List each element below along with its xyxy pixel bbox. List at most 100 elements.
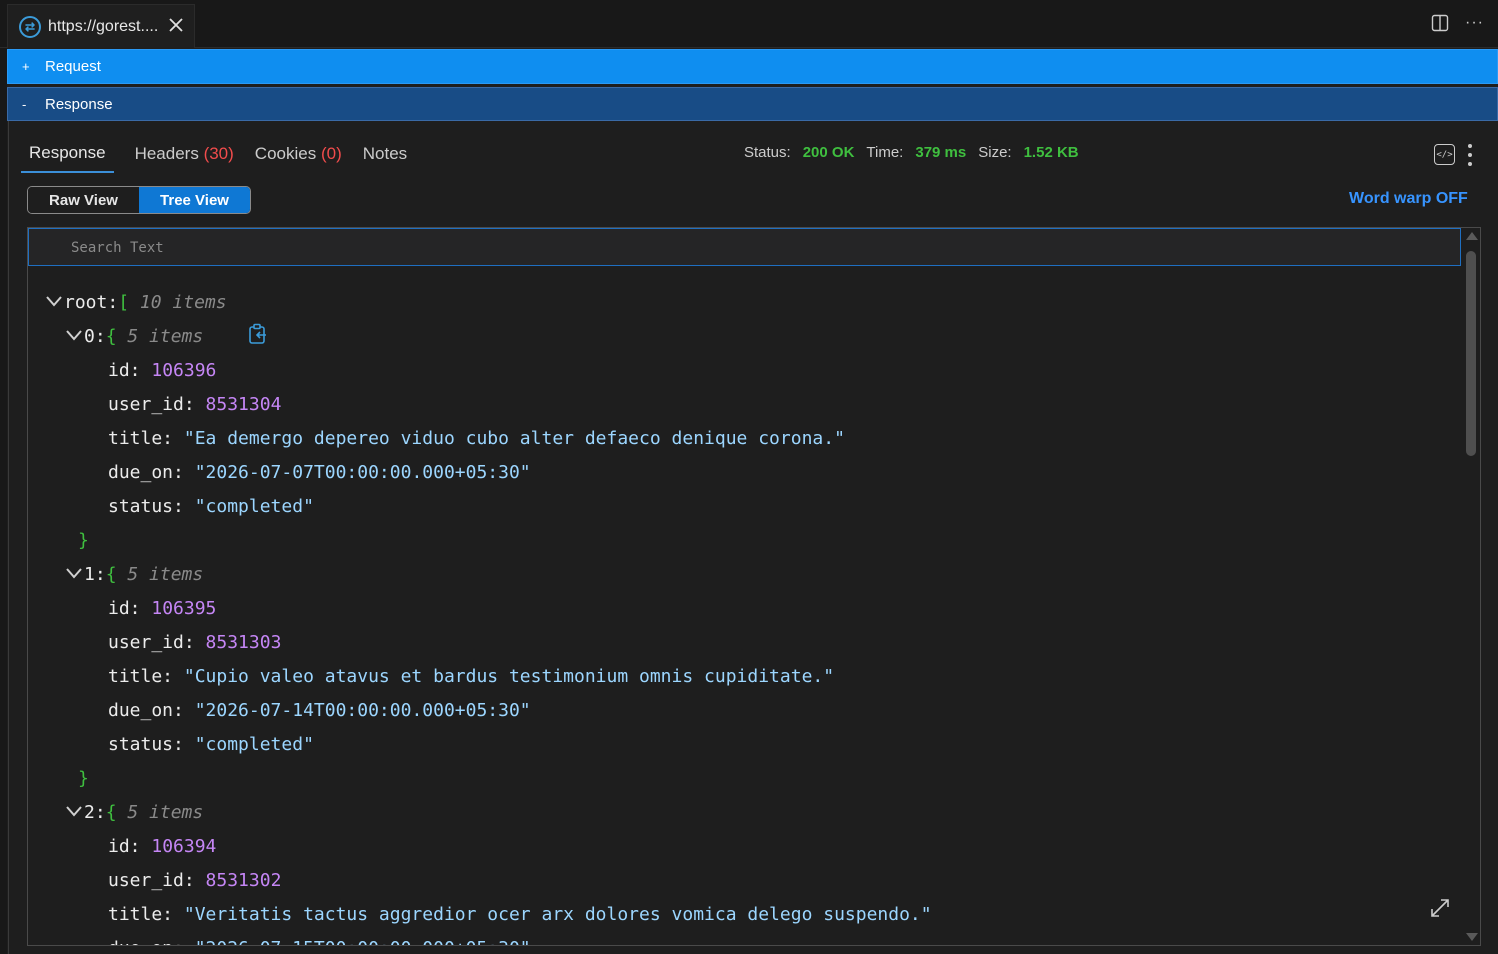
open-brace: {: [105, 802, 117, 823]
open-brace: {: [105, 564, 117, 585]
api-request-icon: ⇄: [19, 15, 41, 38]
node-count: 10 items: [139, 292, 227, 313]
tab-label: Notes: [362, 144, 408, 163]
colon: :: [94, 326, 106, 347]
status-label: Status:: [744, 144, 791, 161]
tree-leaf-id[interactable]: id: 106394: [28, 830, 1458, 864]
response-section-label: Response: [45, 95, 113, 113]
tab-label: Headers: [134, 144, 199, 163]
scroll-thumb[interactable]: [1466, 251, 1476, 456]
leaf-value: 106396: [151, 360, 217, 381]
leaf-value: 106395: [151, 598, 217, 619]
search-input[interactable]: [71, 238, 871, 258]
response-section-header[interactable]: - Response: [7, 87, 1498, 121]
close-brace: }: [78, 768, 89, 789]
leaf-key: user_id:: [108, 632, 206, 653]
leaf-key: title:: [108, 904, 184, 925]
chevron-down-icon[interactable]: [44, 294, 64, 308]
size-value: 1.52 KB: [1023, 144, 1079, 161]
request-section-header[interactable]: + Request: [7, 49, 1498, 84]
tree-view-button[interactable]: Tree View: [139, 187, 250, 213]
editor-tab[interactable]: ⇄ https://gorest....: [7, 4, 195, 48]
leaf-key: id:: [108, 598, 152, 619]
response-status: Status: 200 OK Time: 379 ms Size: 1.52 K…: [744, 144, 1079, 161]
more-actions-icon[interactable]: ···: [1465, 14, 1484, 32]
tree-leaf-status[interactable]: status: "completed": [28, 490, 1458, 524]
vertical-scrollbar[interactable]: [1463, 228, 1480, 945]
leaf-key: status:: [108, 496, 195, 517]
tree-leaf-user-id[interactable]: user_id: 8531304: [28, 388, 1458, 422]
split-editor-icon[interactable]: [1431, 14, 1449, 32]
node-key: 1: [84, 564, 95, 585]
copy-icon[interactable]: [248, 323, 268, 345]
collapse-sign: -: [22, 96, 27, 112]
more-options-icon[interactable]: [1466, 144, 1474, 166]
tree-leaf-user-id[interactable]: user_id: 8531303: [28, 626, 1458, 660]
status-value: 200 OK: [802, 144, 855, 161]
node-key: 2: [84, 802, 95, 823]
tree-leaf-id[interactable]: id: 106395: [28, 592, 1458, 626]
leaf-value: 8531304: [205, 394, 282, 415]
tree-node-root[interactable]: root:[ 10 items: [28, 286, 1458, 320]
leaf-value: 106394: [151, 836, 217, 857]
search-box: [28, 228, 1461, 266]
close-icon[interactable]: [167, 16, 185, 34]
tree-leaf-user-id[interactable]: user_id: 8531302: [28, 864, 1458, 898]
tab-label: Response: [29, 143, 106, 162]
view-toggle: Raw View Tree View: [27, 186, 251, 214]
close-brace-row: }: [28, 762, 1458, 796]
node-key: 0: [84, 326, 95, 347]
tab-headers[interactable]: Headers (30): [135, 144, 234, 172]
tree-leaf-title[interactable]: title: "Veritatis tactus aggredior ocer …: [28, 898, 1458, 932]
leaf-value: "completed": [194, 496, 314, 517]
leaf-key: status:: [108, 734, 195, 755]
expand-icon[interactable]: [1428, 896, 1452, 920]
tab-notes[interactable]: Notes: [363, 144, 407, 172]
raw-view-button[interactable]: Raw View: [28, 187, 139, 213]
leaf-value: "2026-07-15T00:00:00.000+05:30": [195, 938, 531, 945]
word-wrap-toggle[interactable]: Word warp OFF: [1349, 190, 1468, 208]
code-snippet-icon[interactable]: </>: [1434, 144, 1455, 165]
expand-sign: +: [22, 59, 30, 74]
leaf-value: "2026-07-07T00:00:00.000+05:30": [194, 462, 531, 483]
time-value: 379 ms: [915, 144, 967, 161]
scroll-down-arrow[interactable]: [1466, 933, 1478, 941]
editor-tab-bar: ⇄ https://gorest.... ···: [0, 0, 1498, 48]
tree-leaf-due-on[interactable]: due_on: "2026-07-15T00:00:00.000+05:30": [28, 932, 1458, 945]
open-bracket: [: [118, 292, 130, 313]
leaf-key: user_id:: [108, 394, 206, 415]
tab-cookies[interactable]: Cookies (0): [255, 144, 342, 172]
tree-leaf-id[interactable]: id: 106396: [28, 354, 1458, 388]
tree-leaf-title[interactable]: title: "Cupio valeo atavus et bardus tes…: [28, 660, 1458, 694]
time-label: Time:: [866, 144, 904, 161]
colon: :: [107, 292, 119, 313]
leaf-key: id:: [108, 360, 152, 381]
tree-leaf-due-on[interactable]: due_on: "2026-07-07T00:00:00.000+05:30": [28, 456, 1458, 490]
leaf-value: "Ea demergo depereo viduo cubo alter def…: [183, 428, 845, 449]
chevron-down-icon[interactable]: [64, 328, 84, 342]
tree-node-item[interactable]: 0:{ 5 items: [28, 320, 1458, 354]
leaf-value: 8531302: [205, 870, 282, 891]
leaf-key: due_on:: [108, 462, 195, 483]
json-tree: root:[ 10 items 0:{ 5 items id: 106396 u…: [28, 286, 1458, 945]
leaf-value: "completed": [194, 734, 314, 755]
size-label: Size:: [978, 144, 1012, 161]
request-section-label: Request: [45, 58, 101, 75]
response-subtabs: Response Headers (30) Cookies (0) Notes: [21, 143, 428, 173]
leaf-key: id:: [108, 836, 152, 857]
scroll-up-arrow[interactable]: [1466, 232, 1478, 240]
tree-node-item[interactable]: 2:{ 5 items: [28, 796, 1458, 830]
tree-leaf-status[interactable]: status: "completed": [28, 728, 1458, 762]
tab-response[interactable]: Response: [21, 143, 114, 173]
tree-leaf-title[interactable]: title: "Ea demergo depereo viduo cubo al…: [28, 422, 1458, 456]
left-gutter: [0, 48, 7, 954]
open-brace: {: [105, 326, 117, 347]
chevron-down-icon[interactable]: [64, 566, 84, 580]
tree-node-item[interactable]: 1:{ 5 items: [28, 558, 1458, 592]
cookies-count: (0): [320, 144, 342, 163]
leaf-value: "2026-07-14T00:00:00.000+05:30": [194, 700, 531, 721]
chevron-down-icon[interactable]: [64, 804, 84, 818]
json-tree-viewer: root:[ 10 items 0:{ 5 items id: 106396 u…: [27, 227, 1481, 946]
tree-leaf-due-on[interactable]: due_on: "2026-07-14T00:00:00.000+05:30": [28, 694, 1458, 728]
tab-title: https://gorest....: [48, 17, 159, 35]
